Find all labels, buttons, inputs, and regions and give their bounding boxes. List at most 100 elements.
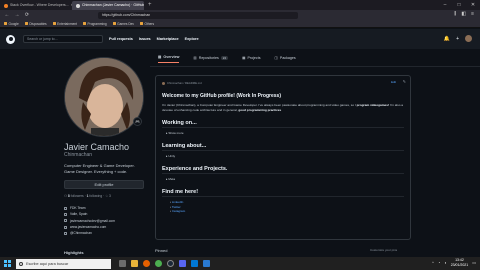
maximize-button[interactable]: □ (452, 0, 466, 10)
new-tab-button[interactable]: + (144, 1, 156, 10)
browser-tab-stackoverflow[interactable]: Stack Overflow - Where Developers... ✕ (0, 1, 72, 10)
avatar[interactable] (465, 35, 472, 42)
tab-projects[interactable]: ▦ Projects (242, 55, 260, 63)
folder-icon (4, 22, 7, 25)
menu-icon[interactable]: ≡ (471, 11, 474, 17)
section-heading: Find me here! (162, 189, 404, 197)
browser-tab-github[interactable]: Chinmachan (Javier Camacho) · GitHub ✕ (72, 1, 144, 10)
avatar (162, 81, 165, 85)
nav-explore[interactable]: Explore (185, 37, 199, 41)
detail-twitter[interactable]: @Chinmachan (64, 230, 115, 236)
tab-title: Stack Overflow - Where Developers... (10, 3, 69, 7)
forward-button[interactable]: → (14, 12, 20, 18)
steam-icon[interactable] (167, 260, 174, 267)
github-logo-icon[interactable] (6, 34, 15, 44)
system-tray: ^ ◔ ◖ 13:42 23/01/2021 ▭ (432, 258, 476, 267)
taskbar-apps (119, 260, 210, 267)
twitter-icon (64, 231, 67, 235)
vscode-icon[interactable] (191, 260, 198, 267)
network-icon[interactable]: ◔ (438, 260, 440, 265)
people-icon: ⚇ (64, 194, 67, 198)
link-icon (64, 225, 67, 229)
readme-title: Welcome to my GitHub profile! (Work In P… (162, 93, 281, 99)
folder-icon (24, 22, 28, 25)
store-icon[interactable] (203, 260, 210, 267)
browser-navbar: ← → ⟳ https://github.com/Chinmachan ⫼ ◧ … (0, 10, 480, 20)
highlights-title: Highlights (64, 250, 84, 255)
nav-issues[interactable]: Issues (139, 37, 151, 41)
windows-taskbar: Escribe aquí para buscar ^ ◔ ◖ 13:42 23/… (0, 257, 480, 270)
discord-icon[interactable] (179, 260, 186, 267)
social-links: LinkedIn Twitter Instagram (170, 200, 404, 214)
package-icon: ◫ (274, 55, 278, 60)
profile-photo-icon (65, 58, 143, 136)
tab-overview[interactable]: ▤ Overview (158, 55, 180, 63)
bookmark-item[interactable]: Entertainment (52, 22, 77, 26)
follow-stats: ⚇ 8 followers · 1 following · ☆ 3 (64, 194, 111, 198)
followers-label[interactable]: followers (71, 194, 84, 198)
reload-button[interactable]: ⟳ (24, 12, 30, 18)
mail-icon (64, 219, 67, 223)
profile-details: FDK Team Valle, Spain javiercamachodev@g… (64, 205, 115, 236)
browser-tab-bar: Stack Overflow - Where Developers... ✕ C… (0, 0, 480, 10)
extensions-icon[interactable]: ◧ (461, 11, 466, 17)
stars-count[interactable]: · ☆ 3 (103, 194, 111, 198)
status-badge[interactable]: 🎮 (133, 117, 142, 126)
bookmarks-bar: Google Disposables Entertainment Program… (0, 20, 480, 28)
github-nav: Pull requests Issues Marketplace Explore (109, 37, 199, 41)
close-window-button[interactable]: ✕ (466, 0, 480, 10)
folder-icon (112, 22, 116, 25)
details-toggle[interactable]: ▸ Show more (166, 131, 404, 135)
edit-profile-button[interactable]: Edit profile (64, 180, 144, 189)
url-input[interactable]: https://github.com/Chinmachan (98, 11, 298, 19)
following-label[interactable]: following (89, 194, 102, 198)
clock[interactable]: 13:42 23/01/2021 (451, 258, 469, 267)
windows-start-icon[interactable] (4, 260, 11, 267)
readme-edit-link[interactable]: Edit (391, 80, 396, 84)
volume-icon[interactable]: ◖ (444, 260, 446, 265)
organization-icon (64, 206, 67, 210)
folder-icon (52, 22, 56, 25)
profile-bio: Computer Engineer & Game Developer. Game… (64, 163, 135, 174)
bookmark-item[interactable]: Games Dev (112, 22, 134, 26)
library-icon[interactable]: ⫼ (454, 11, 456, 17)
bookmark-item[interactable]: Disposables (24, 22, 47, 26)
section-heading: Working on... (162, 120, 404, 128)
bookmark-item[interactable]: Others (139, 22, 154, 26)
project-icon: ▦ (242, 55, 246, 60)
readme-intro: I'm Javier (Chinmachan), a Computer Engi… (162, 103, 404, 112)
task-view-icon[interactable] (119, 260, 126, 267)
bell-icon[interactable]: 🔔 (444, 36, 450, 42)
search-input[interactable]: Search or jump to... (23, 35, 103, 43)
customize-pins-link[interactable]: Customize your pins (370, 248, 397, 252)
bookmark-item[interactable]: Google (4, 22, 19, 26)
tab-packages[interactable]: ◫ Packages (275, 55, 296, 63)
nav-pull-requests[interactable]: Pull requests (109, 37, 133, 41)
details-toggle[interactable]: ▸ Meta (166, 177, 404, 181)
bookmark-item[interactable]: Programming (83, 22, 107, 26)
back-button[interactable]: ← (4, 12, 10, 18)
repo-icon: ▥ (193, 55, 197, 60)
chrome-icon[interactable] (155, 260, 162, 267)
details-toggle[interactable]: ▸ Unity (166, 154, 404, 158)
link-instagram[interactable]: Instagram (170, 209, 404, 214)
followers-count[interactable]: 8 (68, 194, 70, 198)
plus-icon[interactable]: + (456, 36, 459, 42)
minimize-button[interactable]: – (438, 0, 452, 10)
file-explorer-icon[interactable] (131, 260, 138, 267)
nav-marketplace[interactable]: Marketplace (157, 37, 179, 41)
firefox-icon[interactable] (143, 260, 150, 267)
profile-username: Chinmachan (64, 152, 93, 158)
window-controls: – □ ✕ (438, 0, 480, 10)
chevron-up-icon[interactable]: ^ (432, 260, 434, 265)
taskbar-search[interactable]: Escribe aquí para buscar (16, 258, 111, 269)
pencil-icon[interactable]: ✎ (403, 79, 406, 84)
tab-divider (150, 66, 480, 67)
notifications-icon[interactable]: ▭ (472, 260, 476, 265)
profile-name: Javier Camacho (64, 142, 130, 152)
tab-repositories[interactable]: ▥ Repositories 22 (193, 55, 229, 63)
tab-favicon-icon (76, 3, 80, 8)
profile-avatar[interactable] (64, 57, 144, 137)
repo-count-badge: 22 (220, 55, 229, 60)
readme-path: Chinmachan / README.md (162, 81, 404, 85)
